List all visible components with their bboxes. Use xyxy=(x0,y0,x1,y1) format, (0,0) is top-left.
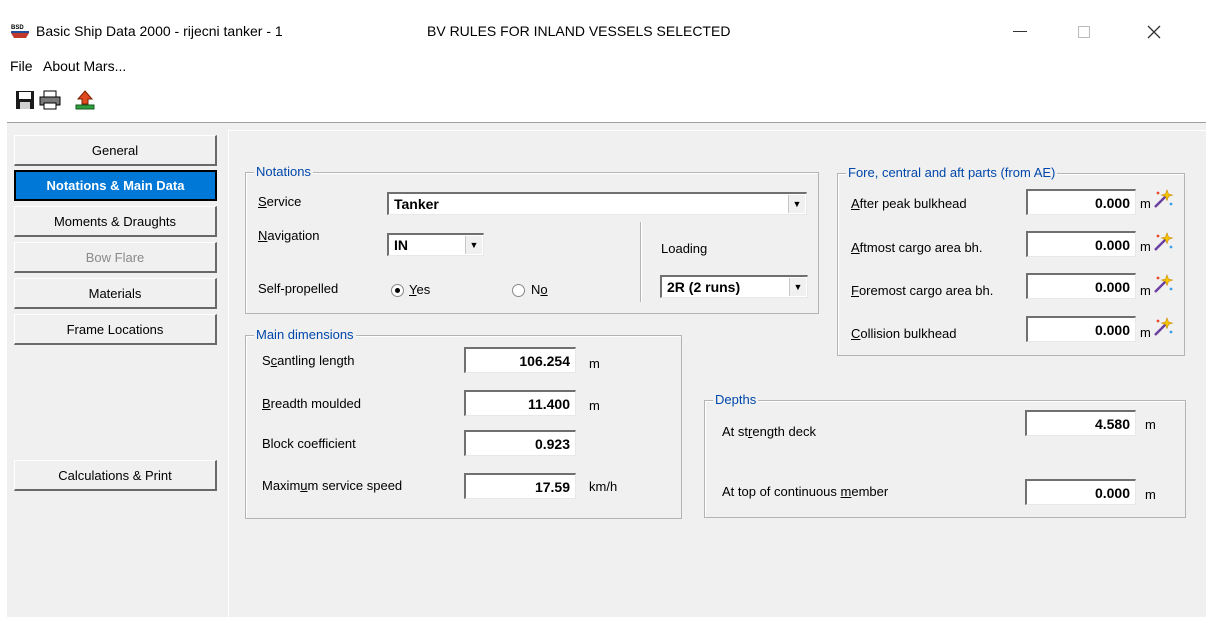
top-continuous-member-input[interactable]: 0.000 xyxy=(1025,479,1136,505)
after-peak-unit: m xyxy=(1140,196,1151,211)
loading-label: Loading xyxy=(661,241,708,256)
chevron-down-icon[interactable]: ▼ xyxy=(789,278,806,296)
close-button[interactable] xyxy=(1134,18,1174,46)
window-title: Basic Ship Data 2000 - rijecni tanker - … xyxy=(36,23,283,39)
app-icon: BSD xyxy=(10,22,30,40)
service-label: Service xyxy=(258,194,302,209)
nav-general-label: General xyxy=(91,142,139,158)
strength-deck-unit: m xyxy=(1145,417,1156,432)
top-continuous-member-label: At top of continuous member xyxy=(722,484,889,499)
menu-about[interactable]: About Mars... xyxy=(43,58,126,74)
svg-text:BSD: BSD xyxy=(11,25,24,31)
depths-title: Depths xyxy=(713,392,759,407)
minimize-button[interactable] xyxy=(1000,18,1040,46)
collision-bulkhead-input[interactable]: 0.000 xyxy=(1026,316,1136,342)
loading-select[interactable]: 2R (2 runs) ▼ xyxy=(660,275,808,298)
nav-moments-label: Moments & Draughts xyxy=(53,213,177,229)
nav-materials[interactable]: Materials xyxy=(14,278,217,309)
navigation-select[interactable]: IN ▼ xyxy=(387,233,484,256)
maximize-button[interactable] xyxy=(1064,18,1104,46)
max-service-speed-input[interactable]: 17.59 xyxy=(464,473,576,499)
self-propelled-yes-radio[interactable] xyxy=(391,284,404,297)
foremost-cargo-unit: m xyxy=(1140,283,1151,298)
nav-general[interactable]: General xyxy=(14,135,217,166)
block-coefficient-input[interactable]: 0.923 xyxy=(464,430,576,456)
scantling-length-label: Scantling length xyxy=(262,353,355,368)
rules-status: BV RULES FOR INLAND VESSELS SELECTED xyxy=(427,23,731,39)
scantling-length-input[interactable]: 106.254 xyxy=(464,347,576,373)
nav-bow-flare[interactable]: Bow Flare xyxy=(14,242,217,273)
nav-frame-locations[interactable]: Frame Locations xyxy=(14,314,217,345)
yes-label: Yes xyxy=(409,282,431,297)
print-icon[interactable] xyxy=(37,87,63,113)
magic-wand-icon[interactable] xyxy=(1152,316,1174,338)
nav-notations-main-data[interactable]: Notations & Main Data xyxy=(14,170,217,201)
menu-file[interactable]: File xyxy=(10,58,33,74)
aftmost-cargo-input[interactable]: 0.000 xyxy=(1026,231,1136,257)
aftmost-cargo-unit: m xyxy=(1140,239,1151,254)
breadth-moulded-unit: m xyxy=(589,398,600,413)
magic-wand-icon[interactable] xyxy=(1152,188,1174,210)
magic-wand-icon[interactable] xyxy=(1152,231,1174,253)
scantling-length-unit: m xyxy=(589,356,600,371)
self-propelled-no-radio[interactable] xyxy=(512,284,525,297)
save-icon[interactable] xyxy=(12,87,38,113)
collision-bulkhead-unit: m xyxy=(1140,325,1151,340)
breadth-moulded-label: Breadth moulded xyxy=(262,396,362,411)
calc-label: Calculations & Print xyxy=(58,467,172,483)
strength-deck-input[interactable]: 4.580 xyxy=(1025,410,1136,436)
after-peak-label: After peak bulkhead xyxy=(851,196,967,211)
main-dimensions-title: Main dimensions xyxy=(254,327,356,342)
chevron-down-icon[interactable]: ▼ xyxy=(788,195,805,213)
calculations-print-button[interactable]: Calculations & Print xyxy=(14,460,217,491)
aftmost-cargo-label: Aftmost cargo area bh. xyxy=(851,240,983,255)
navigation-value: IN xyxy=(394,237,408,253)
max-service-speed-label: Maximum service speed xyxy=(262,478,403,493)
block-coefficient-label: Block coefficient xyxy=(262,436,356,451)
top-continuous-member-unit: m xyxy=(1145,487,1156,502)
nav-frame-label: Frame Locations xyxy=(66,321,164,337)
service-select[interactable]: Tanker ▼ xyxy=(387,192,807,215)
strength-deck-label: At strength deck xyxy=(722,424,816,439)
after-peak-input[interactable]: 0.000 xyxy=(1026,189,1136,215)
loading-value: 2R (2 runs) xyxy=(667,279,741,295)
chevron-down-icon[interactable]: ▼ xyxy=(465,236,482,254)
magic-wand-icon[interactable] xyxy=(1152,273,1174,295)
foremost-cargo-input[interactable]: 0.000 xyxy=(1026,273,1136,299)
nav-materials-label: Materials xyxy=(88,285,142,301)
export-icon[interactable] xyxy=(72,87,98,113)
breadth-moulded-input[interactable]: 11.400 xyxy=(464,390,576,416)
service-value: Tanker xyxy=(394,196,439,212)
notations-title: Notations xyxy=(254,164,313,179)
self-propelled-label: Self-propelled xyxy=(258,281,339,296)
nav-notations-label: Notations & Main Data xyxy=(46,178,185,193)
nav-bow-flare-label: Bow Flare xyxy=(85,249,145,265)
navigation-label: Navigation xyxy=(258,228,320,243)
divider xyxy=(640,222,641,302)
nav-moments-draughts[interactable]: Moments & Draughts xyxy=(14,206,217,237)
foremost-cargo-label: Foremost cargo area bh. xyxy=(851,283,994,298)
no-label: No xyxy=(531,282,548,297)
max-service-speed-unit: km/h xyxy=(589,479,618,494)
fore-aft-title: Fore, central and aft parts (from AE) xyxy=(846,165,1058,180)
collision-bulkhead-label: Collision bulkhead xyxy=(851,326,957,341)
